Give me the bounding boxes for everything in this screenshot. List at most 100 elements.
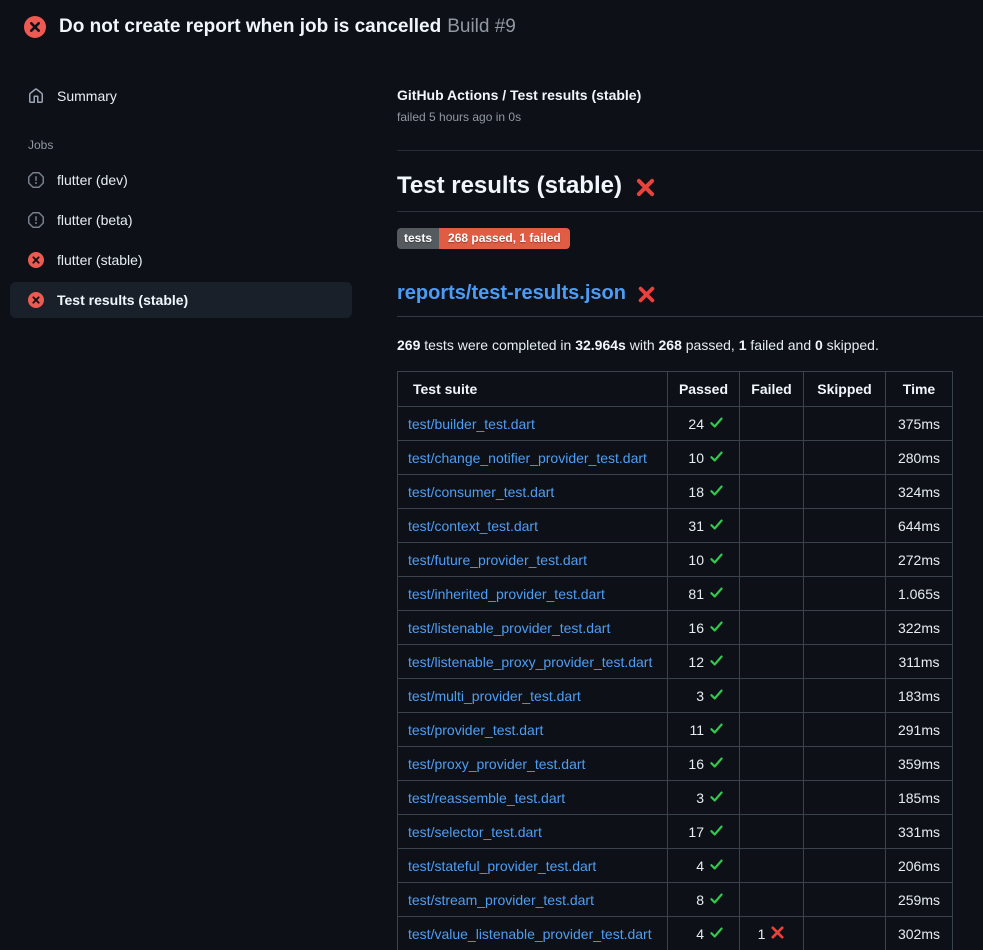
check-icon: [709, 687, 724, 705]
test-suite-link[interactable]: test/listenable_proxy_provider_test.dart: [408, 654, 652, 670]
test-suite-link[interactable]: test/change_notifier_provider_test.dart: [408, 450, 647, 466]
column-header-time: Time: [886, 372, 953, 407]
table-row: test/change_notifier_provider_test.dart 1…: [398, 441, 953, 475]
table-row: test/reassemble_test.dart3185ms: [398, 781, 953, 815]
column-header-failed: Failed: [740, 372, 804, 407]
table-row: test/consumer_test.dart18324ms: [398, 475, 953, 509]
failed-cell: [740, 441, 804, 475]
test-suite-link[interactable]: test/listenable_provider_test.dart: [408, 620, 610, 636]
table-row: test/context_test.dart 31 644ms: [398, 509, 953, 543]
failed-cell: [740, 883, 804, 917]
skipped-cell: [804, 747, 886, 781]
test-suite-link[interactable]: test/consumer_test.dart: [408, 484, 554, 500]
check-run-meta: failed 5 hours ago in 0s: [397, 110, 983, 124]
passed-cell: 3: [668, 781, 740, 815]
failed-cell: [740, 475, 804, 509]
skipped-cell: [804, 883, 886, 917]
test-suite-link[interactable]: test/inherited_provider_test.dart: [408, 586, 605, 602]
test-suite-link[interactable]: test/multi_provider_test.dart: [408, 688, 581, 704]
report-file-link[interactable]: reports/test-results.json: [397, 282, 983, 317]
page-title: Do not create report when job is cancell…: [59, 16, 516, 38]
passed-count: 4: [696, 858, 704, 874]
passed-cell: 31: [668, 509, 740, 543]
test-suite-link[interactable]: test/proxy_provider_test.dart: [408, 756, 585, 772]
skipped-cell: [804, 917, 886, 950]
passed-cell: 17: [668, 815, 740, 849]
sidebar-item-test-results-stable[interactable]: Test results (stable): [10, 282, 352, 318]
test-suite-link[interactable]: test/selector_test.dart: [408, 824, 542, 840]
passed-count: 12: [688, 654, 704, 670]
sidebar-item-flutter-stable[interactable]: flutter (stable): [10, 242, 352, 278]
summary-segment: 269: [397, 337, 420, 353]
sidebar-item-flutter-dev[interactable]: flutter (dev): [10, 162, 352, 198]
time-cell: 291ms: [886, 713, 953, 747]
skipped-cell: [804, 713, 886, 747]
column-header-passed: Passed: [668, 372, 740, 407]
jobs-list: flutter (dev) flutter (beta) flutter (stab…: [10, 162, 397, 318]
passed-count: 16: [688, 620, 704, 636]
failed-cell: [740, 781, 804, 815]
check-run-header: Do not create report when job is cancell…: [0, 0, 983, 53]
skipped-cell: [804, 441, 886, 475]
passed-count: 3: [696, 790, 704, 806]
passed-cell: 3: [668, 679, 740, 713]
sidebar-item-label: flutter (dev): [57, 172, 128, 188]
build-number: Build #9: [447, 16, 516, 37]
passed-count: 4: [696, 926, 704, 942]
time-cell: 359ms: [886, 747, 953, 781]
failed-cell: [740, 509, 804, 543]
passed-cell: 12: [668, 645, 740, 679]
test-suite-link[interactable]: test/value_listenable_provider_test.dart: [408, 926, 652, 942]
test-suite-link[interactable]: test/future_provider_test.dart: [408, 552, 587, 568]
sidebar-item-label: flutter (stable): [57, 252, 143, 268]
summary-segment: failed and: [747, 337, 816, 353]
time-cell: 644ms: [886, 509, 953, 543]
summary-segment: 32.964s: [575, 337, 626, 353]
check-icon: [709, 585, 724, 603]
test-suite-link[interactable]: test/builder_test.dart: [408, 416, 535, 432]
test-suite-link[interactable]: test/provider_test.dart: [408, 722, 543, 738]
skipped-cell: [804, 645, 886, 679]
check-icon: [709, 823, 724, 841]
failed-cell: [740, 815, 804, 849]
sidebar-item-label: Test results (stable): [57, 292, 188, 308]
passed-count: 81: [688, 586, 704, 602]
time-cell: 280ms: [886, 441, 953, 475]
table-row: test/proxy_provider_test.dart16359ms: [398, 747, 953, 781]
home-icon: [28, 88, 44, 104]
cross-mark-icon: [635, 177, 656, 198]
check-icon: [709, 653, 724, 671]
failed-cell: [740, 747, 804, 781]
time-cell: 272ms: [886, 543, 953, 577]
time-cell: 375ms: [886, 407, 953, 441]
test-suite-link[interactable]: test/stateful_provider_test.dart: [408, 858, 596, 874]
summary-segment: passed,: [682, 337, 739, 353]
table-row: test/builder_test.dart 24 375ms: [398, 407, 953, 441]
time-cell: 331ms: [886, 815, 953, 849]
passed-count: 10: [688, 552, 704, 568]
summary-segment: 0: [815, 337, 823, 353]
time-cell: 259ms: [886, 883, 953, 917]
passed-cell: 11: [668, 713, 740, 747]
sidebar-item-label: Summary: [57, 88, 117, 104]
check-icon: [709, 789, 724, 807]
sidebar-item-flutter-beta[interactable]: flutter (beta): [10, 202, 352, 238]
check-icon: [709, 517, 724, 535]
test-suite-link[interactable]: test/context_test.dart: [408, 518, 538, 534]
test-suite-link[interactable]: test/stream_provider_test.dart: [408, 892, 594, 908]
test-suite-link[interactable]: test/reassemble_test.dart: [408, 790, 565, 806]
passed-count: 24: [688, 416, 704, 432]
skipped-cell: [804, 781, 886, 815]
table-row: test/listenable_provider_test.dart16322m…: [398, 611, 953, 645]
passed-count: 8: [696, 892, 704, 908]
sidebar-item-summary[interactable]: Summary: [10, 78, 352, 114]
skipped-cell: [804, 577, 886, 611]
table-row: test/selector_test.dart 17 331ms: [398, 815, 953, 849]
passed-count: 10: [688, 450, 704, 466]
jobs-section-label: Jobs: [28, 138, 397, 152]
table-row: test/inherited_provider_test.dart811.065…: [398, 577, 953, 611]
time-cell: 311ms: [886, 645, 953, 679]
skipped-cell: [804, 679, 886, 713]
passed-count: 17: [688, 824, 704, 840]
check-icon: [709, 415, 724, 433]
